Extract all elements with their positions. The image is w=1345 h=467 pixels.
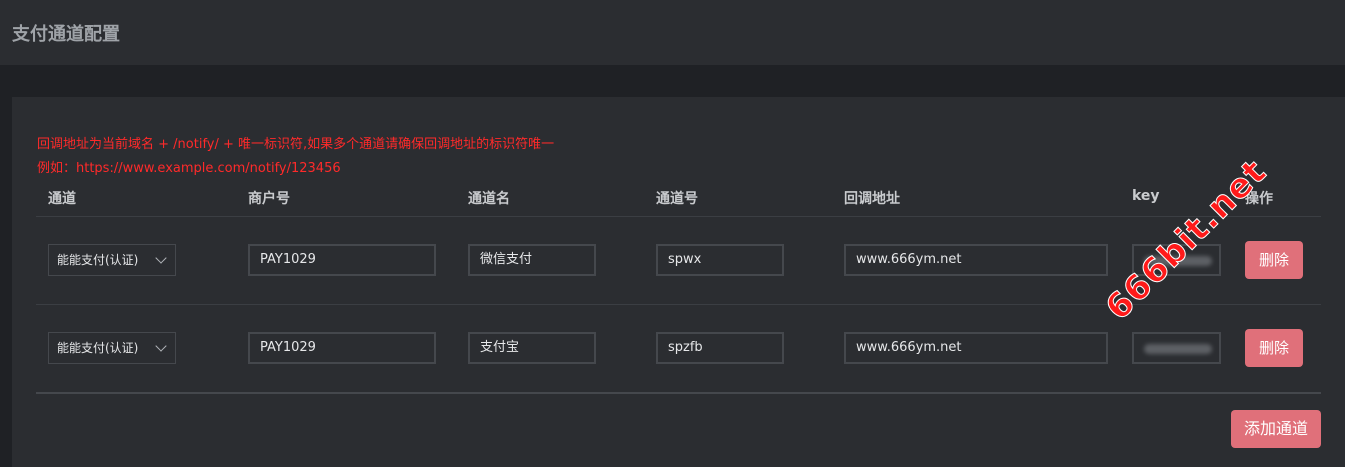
- key-redacted: [1144, 343, 1212, 354]
- callback-url-input[interactable]: www.666ym.net: [844, 244, 1108, 276]
- page-title: 支付通道配置: [12, 24, 120, 45]
- column-header-merchant: 商户号: [248, 191, 290, 207]
- header-divider: [36, 216, 1321, 217]
- callback-url-input[interactable]: www.666ym.net: [844, 332, 1108, 364]
- channel-no-input[interactable]: spzfb: [656, 332, 784, 364]
- merchant-id-input[interactable]: PAY1029: [248, 244, 436, 276]
- column-header-key: key: [1132, 188, 1160, 204]
- channel-select[interactable]: 能能支付(认证): [48, 332, 176, 364]
- column-header-callback: 回调地址: [844, 191, 900, 207]
- delete-button[interactable]: 删除: [1245, 329, 1303, 367]
- column-header-channel: 通道: [48, 191, 76, 207]
- callback-notice: 回调地址为当前域名 + /notify/ + 唯一标识符,如果多个通道请确保回调…: [37, 137, 555, 152]
- channel-select-value: 能能支付(认证): [57, 341, 139, 355]
- merchant-id-input[interactable]: PAY1029: [248, 332, 436, 364]
- key-input[interactable]: [1132, 332, 1221, 364]
- callback-example: 例如：https://www.example.com/notify/123456: [37, 161, 341, 176]
- top-header: 支付通道配置: [0, 0, 1345, 65]
- column-header-channel-name: 通道名: [468, 191, 510, 207]
- channel-name-input[interactable]: 微信支付: [468, 244, 596, 276]
- channel-select-value: 能能支付(认证): [57, 253, 139, 267]
- column-header-channel-no: 通道号: [656, 191, 698, 207]
- channel-select[interactable]: 能能支付(认证): [48, 244, 176, 276]
- chevron-down-icon: [155, 252, 167, 264]
- delete-button[interactable]: 删除: [1245, 241, 1303, 279]
- channel-name-input[interactable]: 支付宝: [468, 332, 596, 364]
- channel-no-input[interactable]: spwx: [656, 244, 784, 276]
- table-bottom-divider: [36, 392, 1321, 394]
- add-channel-button[interactable]: 添加通道: [1231, 410, 1321, 448]
- chevron-down-icon: [155, 340, 167, 352]
